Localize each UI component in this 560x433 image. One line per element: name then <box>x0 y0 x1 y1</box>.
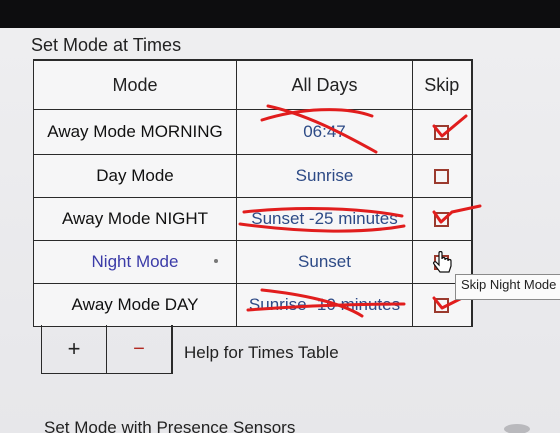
times-table: Mode All Days Skip Away Mode MORNING 06:… <box>33 59 473 327</box>
time-cell[interactable]: Sunrise <box>236 154 413 198</box>
table-row: Away Mode MORNING 06:47 <box>33 109 473 155</box>
table-header-row: Mode All Days Skip <box>33 59 473 110</box>
mode-cell[interactable]: Away Mode NIGHT <box>33 197 237 241</box>
table-row: Away Mode NIGHT Sunset -25 minutes <box>33 197 473 241</box>
skip-cell <box>412 197 473 241</box>
skip-cell <box>412 154 473 198</box>
mode-cell[interactable]: Day Mode <box>33 154 237 198</box>
help-link[interactable]: Help for Times Table <box>184 343 339 363</box>
time-cell[interactable]: Sunrise -10 minutes <box>236 283 413 327</box>
screen-speck <box>214 259 218 263</box>
time-cell[interactable]: Sunset -25 minutes <box>236 197 413 241</box>
mode-cell[interactable]: Away Mode MORNING <box>33 109 237 155</box>
app-screen: Set Mode at Times Mode All Days Skip Awa… <box>0 28 560 433</box>
table-row: Away Mode DAY Sunrise -10 minutes <box>33 283 473 327</box>
mode-cell[interactable]: Night Mode <box>33 240 237 284</box>
skip-checkbox[interactable] <box>434 125 450 141</box>
table-toolbar: + − <box>41 325 173 374</box>
skip-checkbox[interactable] <box>434 169 450 185</box>
hand-pointer-icon <box>433 251 452 273</box>
screen-smudge <box>504 424 530 433</box>
all-days-column-header: All Days <box>236 59 413 110</box>
add-row-button[interactable]: + <box>42 325 107 373</box>
table-row: Day Mode Sunrise <box>33 154 473 198</box>
mode-cell[interactable]: Away Mode DAY <box>33 283 237 327</box>
skip-column-header: Skip <box>412 59 473 110</box>
tooltip: Skip Night Mode <box>455 274 560 300</box>
table-row: Night Mode Sunset <box>33 240 473 284</box>
skip-checkbox[interactable] <box>434 212 450 228</box>
remove-row-button[interactable]: − <box>107 325 172 373</box>
skip-cell <box>412 109 473 155</box>
time-cell[interactable]: 06:47 <box>236 109 413 155</box>
section-title: Set Mode at Times <box>31 35 182 55</box>
mode-column-header: Mode <box>33 59 237 110</box>
skip-checkbox[interactable] <box>434 298 450 314</box>
next-section-title: Set Mode with Presence Sensors <box>44 418 296 433</box>
time-cell[interactable]: Sunset <box>236 240 413 284</box>
